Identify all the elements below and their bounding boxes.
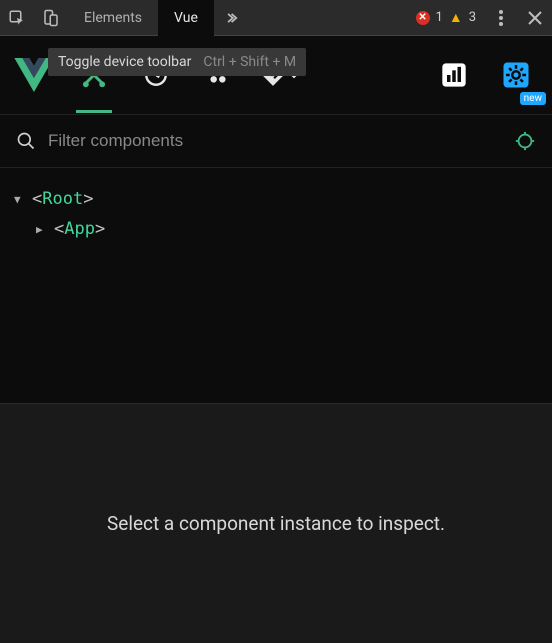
device-toolbar-icon[interactable] [34,0,68,36]
tooltip: Toggle device toolbar Ctrl + Shift + M [48,48,306,76]
devtools-menu-icon[interactable] [484,0,518,36]
tab-elements[interactable]: Elements [68,0,158,36]
details-panel: Select a component instance to inspect. [0,403,552,643]
caret-down-icon: ▼ [14,193,32,206]
more-tabs-icon[interactable] [214,0,248,36]
warning-count: 3 [469,10,476,25]
caret-right-icon: ▶ [36,223,54,236]
search-icon [16,131,36,151]
tree-node-root[interactable]: ▼ <Root> [14,184,538,214]
tree-node-label: Root [42,189,83,209]
error-icon: ✕ [416,11,430,25]
tree-node-app[interactable]: ▶ <App> [14,214,538,244]
tree-node-label: App [64,219,95,239]
details-empty-message: Select a component instance to inspect. [107,512,445,535]
devtools-tab-bar: Elements Vue ✕ 1 ▲ 3 [0,0,552,36]
tab-vue[interactable]: Vue [158,0,214,36]
component-tree: ▼ <Root> ▶ <App> [0,168,552,260]
inspect-element-icon[interactable] [0,0,34,36]
performance-tab-icon[interactable] [432,53,476,97]
tab-vue-label: Vue [174,10,198,26]
tooltip-shortcut: Ctrl + Shift + M [203,54,296,70]
error-count: 1 [436,10,443,25]
warning-icon: ▲ [449,9,463,26]
target-select-icon[interactable] [514,130,536,152]
console-counts[interactable]: ✕ 1 ▲ 3 [408,9,484,26]
settings-tab-icon[interactable]: new [494,53,538,97]
settings-new-badge: new [520,92,546,105]
tooltip-label: Toggle device toolbar [58,54,191,70]
close-devtools-icon[interactable] [518,0,552,36]
filter-row [0,114,552,168]
tab-elements-label: Elements [84,10,142,26]
filter-components-input[interactable] [48,131,502,151]
